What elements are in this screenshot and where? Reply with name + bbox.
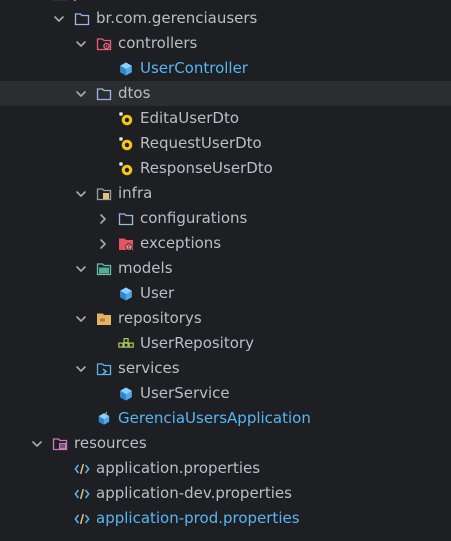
tree-item-dtos[interactable]: dtos — [0, 81, 451, 106]
tree-item-application-prod-properties[interactable]: application-prod.properties — [0, 506, 451, 531]
resources-folder-icon — [52, 436, 68, 452]
class-icon — [118, 386, 134, 402]
tree-item-editauserdto[interactable]: EditaUserDto — [0, 106, 451, 131]
chevron-right-icon[interactable] — [96, 212, 110, 226]
models-folder-icon — [96, 261, 112, 277]
tree-item-usercontroller[interactable]: UserController — [0, 56, 451, 81]
scroll-fade — [0, 535, 451, 541]
tree-item-models[interactable]: models — [0, 256, 451, 281]
tree-item-application-dev-properties[interactable]: application-dev.properties — [0, 481, 451, 506]
chevron-down-icon[interactable] — [52, 12, 66, 26]
tree-item-label: application-dev.properties — [96, 484, 292, 502]
tree-item-label: exceptions — [140, 234, 222, 252]
project-tree: javabr.com.gerenciauserscontrollersUserC… — [0, 0, 451, 531]
tree-item-label: EditaUserDto — [140, 109, 240, 127]
tree-item-userservice[interactable]: UserService — [0, 381, 451, 406]
record-icon — [118, 111, 134, 127]
package-folder-icon — [74, 11, 90, 27]
tree-item-controllers[interactable]: controllers — [0, 31, 451, 56]
tree-item-infra[interactable]: infra — [0, 181, 451, 206]
tree-item-label: application-prod.properties — [96, 509, 300, 527]
services-folder-icon — [96, 361, 112, 377]
properties-file-icon — [74, 461, 90, 477]
tree-item-resources[interactable]: resources — [0, 431, 451, 456]
chevron-down-icon[interactable] — [74, 262, 88, 276]
class-icon — [118, 61, 134, 77]
tree-item-label: ResponseUserDto — [140, 159, 273, 177]
tree-item-configurations[interactable]: configurations — [0, 206, 451, 231]
infra-folder-icon — [96, 186, 112, 202]
controllers-folder-icon — [96, 36, 112, 52]
spring-application-icon — [96, 410, 112, 427]
properties-file-icon — [74, 511, 90, 527]
tree-item-label: RequestUserDto — [140, 134, 262, 152]
chevron-down-icon[interactable] — [74, 362, 88, 376]
exceptions-folder-icon — [118, 236, 134, 252]
package-folder-icon — [96, 86, 112, 102]
tree-item-responseuserdto[interactable]: ResponseUserDto — [0, 156, 451, 181]
tree-item-label: UserRepository — [140, 334, 254, 352]
tree-item-br-com-gerenciausers[interactable]: br.com.gerenciausers — [0, 6, 451, 31]
chevron-down-icon[interactable] — [30, 0, 44, 1]
class-icon — [118, 286, 134, 302]
tree-item-label: UserController — [140, 59, 248, 77]
chevron-right-icon[interactable] — [96, 237, 110, 251]
tree-item-user[interactable]: User — [0, 281, 451, 306]
tree-item-services[interactable]: services — [0, 356, 451, 381]
tree-item-label: application.properties — [96, 459, 261, 477]
chevron-down-icon[interactable] — [74, 187, 88, 201]
tree-item-label: resources — [74, 434, 147, 452]
tree-item-application-properties[interactable]: application.properties — [0, 456, 451, 481]
tree-item-requestuserdto[interactable]: RequestUserDto — [0, 131, 451, 156]
tree-item-repositorys[interactable]: repositorys — [0, 306, 451, 331]
record-icon — [118, 161, 134, 177]
tree-item-label: services — [118, 359, 180, 377]
tree-item-label: models — [118, 259, 173, 277]
tree-item-gerenciausersapplication[interactable]: GerenciaUsersApplication — [0, 406, 451, 431]
package-folder-icon — [118, 211, 134, 227]
source-folder-icon — [52, 0, 68, 2]
tree-item-label: br.com.gerenciausers — [96, 9, 258, 27]
record-icon — [118, 136, 134, 152]
chevron-down-icon[interactable] — [30, 437, 44, 451]
chevron-down-icon[interactable] — [74, 87, 88, 101]
tree-item-label: dtos — [118, 84, 151, 102]
tree-item-label: UserService — [140, 384, 230, 402]
tree-item-label: repositorys — [118, 309, 202, 327]
chevron-down-icon[interactable] — [74, 312, 88, 326]
tree-item-exceptions[interactable]: exceptions — [0, 231, 451, 256]
repository-interface-icon — [118, 336, 134, 352]
tree-item-label: infra — [118, 184, 153, 202]
properties-file-icon — [74, 486, 90, 502]
tree-item-userrepository[interactable]: UserRepository — [0, 331, 451, 356]
tree-item-label: GerenciaUsersApplication — [118, 409, 311, 427]
tree-item-label: configurations — [140, 209, 248, 227]
tree-item-label: User — [140, 284, 175, 302]
repository-folder-icon — [96, 311, 112, 327]
tree-item-label: controllers — [118, 34, 198, 52]
chevron-down-icon[interactable] — [74, 37, 88, 51]
